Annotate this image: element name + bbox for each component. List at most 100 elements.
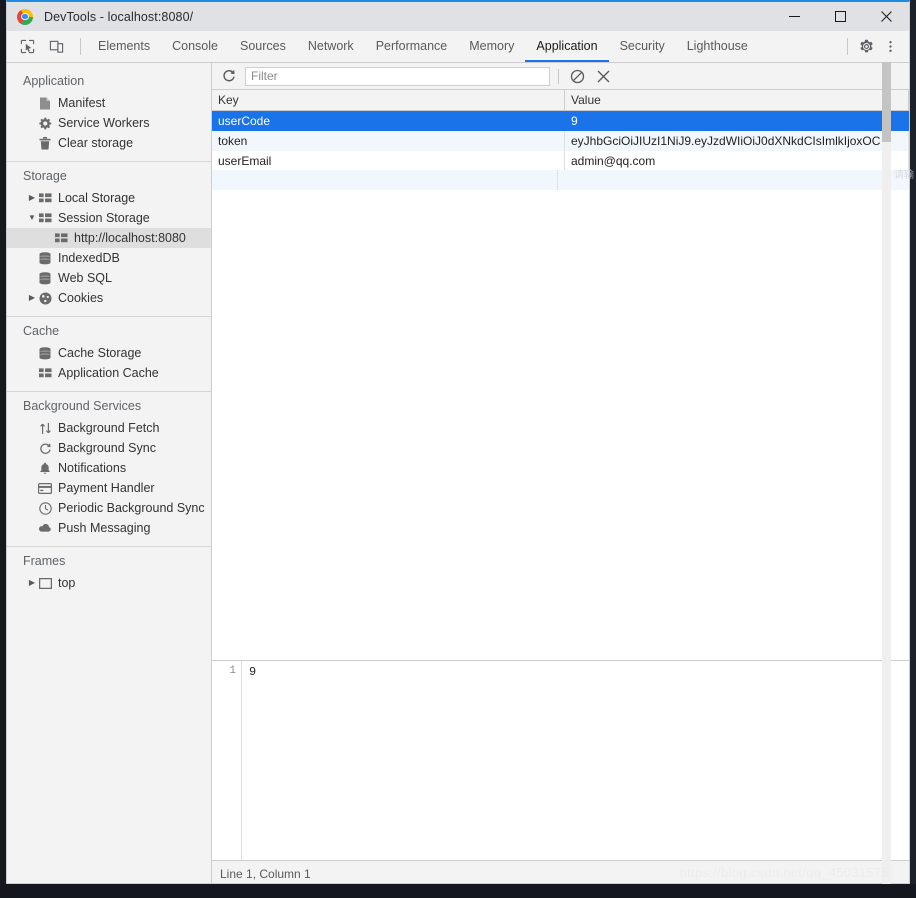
sidebar-item-label: Notifications — [58, 461, 127, 475]
chevron-right-icon[interactable]: ▶ — [27, 293, 37, 303]
table-row[interactable]: userCode 9 — [212, 110, 909, 131]
settings-button[interactable] — [854, 36, 878, 58]
sidebar-item-cookies[interactable]: ▶ Cookies — [7, 288, 211, 308]
sidebar-item-session-storage[interactable]: ▼ Session Storage — [7, 208, 211, 228]
tab-network[interactable]: Network — [297, 31, 365, 62]
sidebar-item-label: Clear storage — [58, 136, 134, 150]
preview-code-area[interactable]: 1 9 — [212, 661, 909, 860]
bell-icon — [38, 461, 52, 475]
clock-icon — [38, 501, 52, 515]
tool-icons-group — [7, 31, 74, 62]
tab-label: Memory — [469, 38, 515, 53]
page-scrollbar-thumb[interactable] — [882, 62, 891, 142]
panel-tabs: Elements Console Sources Network Perform… — [87, 31, 759, 62]
title-bar: DevTools - localhost:8080/ — [7, 2, 909, 31]
sidebar-item-label: Service Workers — [58, 116, 150, 130]
sidebar-item-background-fetch[interactable]: Background Fetch — [7, 418, 211, 438]
sidebar-item-top-frame[interactable]: ▶ top — [7, 573, 211, 593]
sidebar-item-notifications[interactable]: Notifications — [7, 458, 211, 478]
table-row[interactable]: userEmail admin@qq.com — [212, 151, 909, 171]
tab-label: Network — [307, 38, 354, 53]
sidebar-group-frames: Frames — [23, 554, 66, 568]
sidebar-item-background-sync[interactable]: Background Sync — [7, 438, 211, 458]
cell-key[interactable]: token — [212, 131, 565, 151]
sidebar-item-label: http://localhost:8080 — [74, 231, 186, 245]
page-bottom-strip — [0, 884, 916, 898]
preview-content[interactable]: 9 — [242, 661, 909, 860]
chevron-down-icon[interactable]: ▼ — [27, 213, 37, 223]
cell-value[interactable]: eyJhbGciOiJIUzI1NiJ9.eyJzdWIiOiJ0dXNkdCI… — [564, 131, 909, 151]
minimize-icon — [788, 16, 800, 17]
sidebar-item-application-cache[interactable]: Application Cache — [7, 363, 211, 383]
maximize-button[interactable] — [817, 2, 863, 31]
more-options-button[interactable] — [878, 36, 902, 58]
value-preview-panel: 1 9 Line 1, Column 1 — [212, 661, 909, 883]
sidebar-item-localhost-8080[interactable]: http://localhost:8080 — [7, 228, 211, 248]
minimize-button[interactable] — [771, 2, 817, 31]
sidebar-item-local-storage[interactable]: ▶ Local Storage — [7, 188, 211, 208]
tab-console[interactable]: Console — [161, 31, 229, 62]
desktop-background: DevTools - localhost:8080/ Elements Cons… — [0, 0, 916, 898]
sidebar-item-cache-storage[interactable]: Cache Storage — [7, 343, 211, 363]
delete-selected-button[interactable] — [590, 65, 616, 87]
sidebar-item-manifest[interactable]: Manifest — [7, 93, 211, 113]
chevron-right-icon[interactable]: ▶ — [27, 193, 37, 203]
sidebar-item-label: Cache Storage — [58, 346, 142, 360]
tab-security[interactable]: Security — [609, 31, 676, 62]
sidebar-item-label: Local Storage — [58, 191, 136, 205]
sidebar-item-indexeddb[interactable]: IndexedDB — [7, 248, 211, 268]
table-grid-icon — [38, 191, 52, 205]
tab-application[interactable]: Application — [525, 31, 609, 62]
frame-icon — [38, 576, 52, 590]
sidebar-item-label: Payment Handler — [58, 481, 155, 495]
devtools-tabstrip: Elements Console Sources Network Perform… — [7, 31, 909, 63]
inspect-element-button[interactable] — [15, 36, 39, 58]
sidebar-item-periodic-background-sync[interactable]: Periodic Background Sync — [7, 498, 211, 518]
page-scrollbar-track[interactable] — [882, 62, 891, 884]
tab-elements[interactable]: Elements — [87, 31, 161, 62]
sidebar-item-label: Session Storage — [58, 211, 150, 225]
sidebar-item-push-messaging[interactable]: Push Messaging — [7, 518, 211, 538]
tab-memory[interactable]: Memory — [458, 31, 525, 62]
table-row[interactable]: token eyJhbGciOiJIUzI1NiJ9.eyJzdWIiOiJ0d… — [212, 131, 909, 151]
sidebar-divider — [7, 316, 211, 317]
storage-table-container[interactable]: Key Value userCode 9 token eyJhbGciOiJIU… — [212, 90, 909, 661]
column-header-value[interactable]: Value — [564, 90, 909, 111]
sidebar-item-service-workers[interactable]: Service Workers — [7, 113, 211, 133]
cell-value[interactable]: 9 — [564, 110, 909, 131]
database-icon — [38, 346, 52, 360]
tabstrip-right-controls — [841, 31, 909, 62]
sidebar-item-label: Background Fetch — [58, 421, 160, 435]
chrome-logo-icon — [17, 8, 33, 25]
line-number-gutter: 1 — [212, 661, 242, 860]
empty-cell-value — [558, 170, 909, 190]
tab-sources[interactable]: Sources — [229, 31, 297, 62]
close-button[interactable] — [863, 2, 909, 31]
sidebar-divider — [7, 391, 211, 392]
column-header-key[interactable]: Key — [212, 90, 565, 111]
tab-label: Lighthouse — [686, 38, 748, 53]
sidebar-item-web-sql[interactable]: Web SQL — [7, 268, 211, 288]
tab-lighthouse[interactable]: Lighthouse — [676, 31, 759, 62]
sidebar-item-clear-storage[interactable]: Clear storage — [7, 133, 211, 153]
sidebar-item-payment-handler[interactable]: Payment Handler — [7, 478, 211, 498]
table-empty-rows — [212, 170, 909, 190]
gear-icon — [38, 116, 52, 130]
clear-all-button[interactable] — [564, 65, 590, 87]
sidebar-item-label: Cookies — [58, 291, 104, 305]
refresh-button[interactable] — [216, 65, 242, 87]
empty-row[interactable] — [212, 170, 909, 190]
application-panel: Application Manifest Service Workers Cle… — [7, 63, 909, 883]
tab-performance[interactable]: Performance — [365, 31, 459, 62]
cell-key[interactable]: userCode — [212, 110, 565, 131]
window-controls — [771, 2, 909, 31]
filter-input[interactable] — [245, 66, 550, 86]
table-grid-icon — [38, 366, 52, 380]
chevron-right-icon[interactable]: ▶ — [27, 578, 37, 588]
sidebar-group-storage: Storage — [23, 169, 67, 183]
device-toolbar-button[interactable] — [44, 36, 68, 58]
cell-key[interactable]: userEmail — [212, 151, 565, 171]
cell-value[interactable]: admin@qq.com — [564, 151, 909, 171]
window-title: DevTools - localhost:8080/ — [44, 9, 194, 24]
storage-toolbar — [212, 63, 909, 90]
